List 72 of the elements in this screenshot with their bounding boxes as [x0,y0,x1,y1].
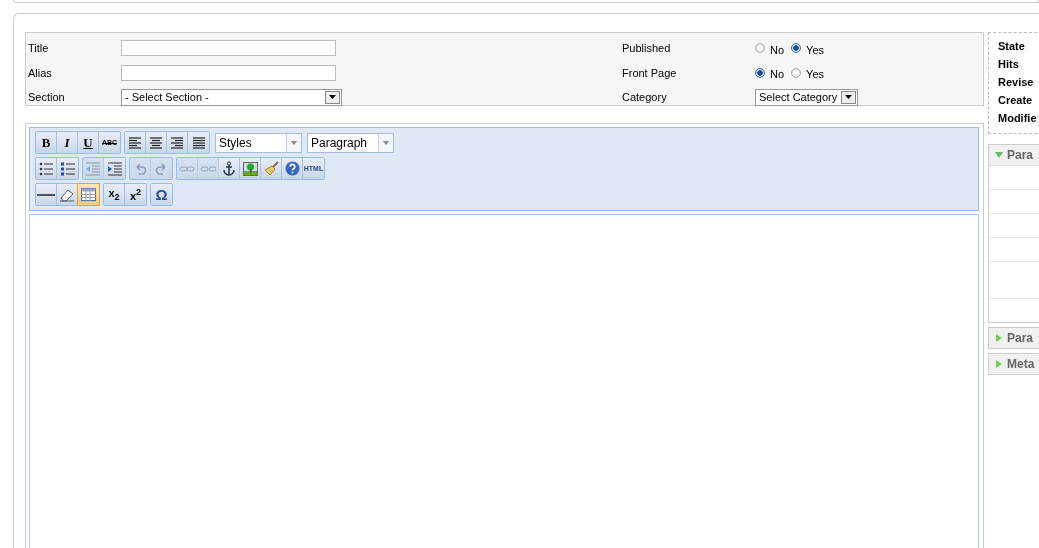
detail-label: Hits [998,58,1020,72]
table-button[interactable] [78,184,99,205]
outdent-icon [85,161,101,176]
radio-label: Yes [806,43,824,56]
eraser-icon [59,187,75,202]
detail-label: Create [998,94,1034,108]
field-label: Alias [28,66,53,79]
anchor-icon [222,161,236,176]
align-left-button[interactable] [125,132,146,153]
justify-icon [191,136,206,149]
collapsed-triangle-icon [995,360,1003,368]
panel-header[interactable]: Para [989,145,1039,165]
subscript-button[interactable]: x$_{2}$ [104,184,125,205]
bold-button[interactable]: B [36,132,57,153]
field-label: Category [622,91,668,104]
select-field[interactable]: Select Category [755,88,859,106]
bullet-list-button[interactable] [36,158,57,179]
toolbar-dropdown[interactable]: Styles [215,132,302,153]
numbered-list-button[interactable] [57,158,78,179]
align-right-icon [170,136,184,149]
field-label: Front Page [622,66,678,79]
align-left-icon [128,136,142,149]
radio-label: Yes [806,68,824,81]
table-icon [81,188,96,201]
dropdown-arrow-icon [845,95,853,100]
help-icon [284,161,300,176]
brush-icon [263,161,279,176]
radio-button[interactable] [791,43,802,54]
field-label: Title [28,42,50,55]
anchor-button[interactable] [219,158,240,179]
undo-icon [133,161,147,176]
text-field[interactable] [121,40,336,57]
cleanup-button[interactable] [261,158,282,179]
select-field[interactable]: - Select Section - [121,88,342,106]
field-label: Section [28,91,66,104]
underline-button[interactable]: U [78,132,99,153]
radio-button[interactable] [791,67,802,78]
dropdown-arrow-icon [383,140,389,145]
help-button[interactable] [282,158,303,179]
image-icon [242,161,258,176]
image-button[interactable] [240,158,261,179]
panel-header[interactable]: Meta [989,354,1039,374]
align-right-button[interactable] [167,132,188,153]
eraser-button[interactable] [57,184,78,205]
horizontal-line-icon [37,192,55,197]
collapsed-triangle-icon [995,334,1003,342]
toolbar-dropdown[interactable]: Paragraph [307,132,394,153]
superscript-button[interactable]: x$^{2}$ [125,184,146,205]
align-center-icon [149,136,163,149]
radio-button[interactable] [755,43,765,54]
detail-label: Modifie [998,112,1038,126]
special-character-button[interactable]: Ω [151,184,172,205]
field-label: Published [622,42,672,55]
radio-button[interactable] [755,67,765,78]
bullet-list-icon [38,161,54,176]
indent-button[interactable] [104,158,125,179]
detail-label: Revise [998,76,1035,90]
expanded-triangle-icon [995,151,1003,159]
dropdown-arrow-icon [329,95,336,100]
redo-icon [154,161,169,176]
radio-label: No [770,68,785,81]
indent-icon [106,161,123,176]
horizontal-rule-button[interactable] [36,184,57,205]
align-center-button[interactable] [146,132,167,153]
panel-header[interactable]: Para [989,328,1039,348]
dropdown-arrow-icon [291,140,297,145]
text-field[interactable] [121,64,336,81]
italic-button[interactable]: I [57,132,78,153]
justify-button[interactable] [188,132,209,153]
numbered-list-icon [59,161,76,176]
detail-label: State [998,40,1026,54]
radio-label: No [770,43,785,56]
